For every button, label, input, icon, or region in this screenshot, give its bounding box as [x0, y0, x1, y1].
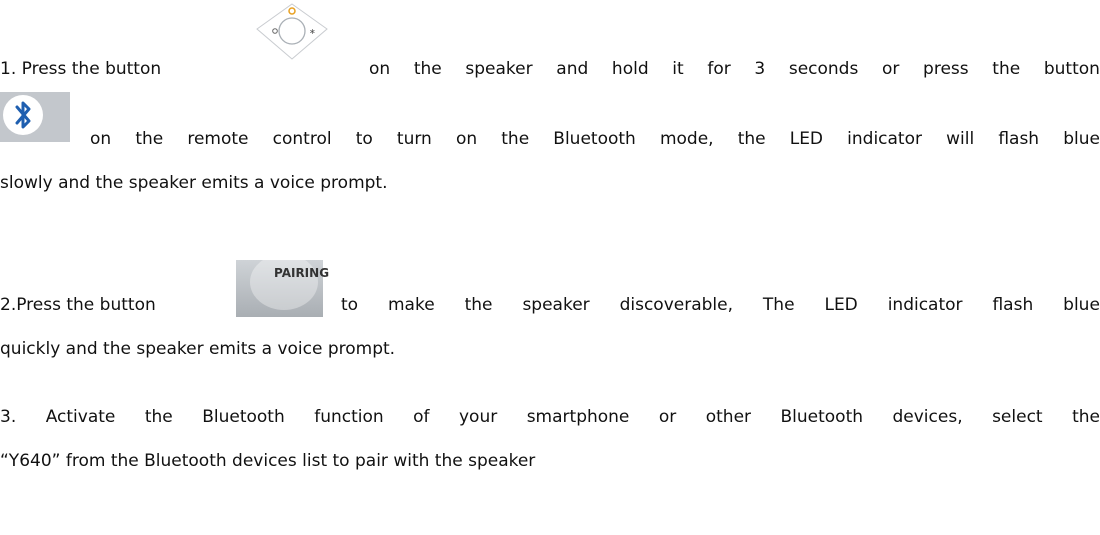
word: LED — [789, 129, 824, 149]
word: to — [341, 295, 359, 315]
word: mode, — [659, 129, 714, 149]
word: your — [459, 407, 498, 427]
word: the — [1072, 407, 1100, 427]
speaker-mode-button-icon: ∗ — [255, 2, 329, 62]
word: control — [272, 129, 332, 149]
word: will — [946, 129, 975, 149]
word: Activate — [45, 407, 116, 427]
word: make — [388, 295, 435, 315]
word: select — [992, 407, 1043, 427]
word: Bluetooth — [202, 407, 285, 427]
step1-prefix: 1. Press the button — [0, 59, 162, 79]
word: or — [658, 407, 677, 427]
word: of — [413, 407, 430, 427]
word: to — [355, 129, 373, 149]
word: speaker — [465, 59, 533, 79]
word: press — [923, 59, 969, 79]
step3-line1: 3. Activate the Bluetooth function of your smar… — [0, 406, 1100, 428]
word: or — [882, 59, 900, 79]
word: devices, — [892, 407, 963, 427]
word: blue — [1063, 295, 1100, 315]
word: Bluetooth — [553, 129, 636, 149]
word: other — [705, 407, 752, 427]
word: remote — [187, 129, 249, 149]
word: and — [556, 59, 589, 79]
word: flash — [992, 295, 1034, 315]
step2-prefix: 2.Press the button — [0, 295, 156, 315]
word: for — [707, 59, 731, 79]
word: the — [501, 129, 530, 149]
word: Bluetooth — [780, 407, 864, 427]
word: hold — [611, 59, 649, 79]
step1-line2: on the remote control to turn on the Bluetooth mo… — [90, 128, 1100, 150]
word: seconds — [788, 59, 859, 79]
word: on — [455, 129, 478, 149]
word: the — [992, 59, 1021, 79]
word: discoverable, — [619, 295, 733, 315]
word: indicator — [847, 129, 922, 149]
word: the — [413, 59, 442, 79]
word: on — [90, 129, 112, 149]
pairing-icon-label: PAIRING — [274, 266, 330, 280]
word: LED — [824, 295, 858, 315]
word: the — [737, 129, 766, 149]
word: The — [762, 295, 795, 315]
step3-line2: “Y640” from the Bluetooth devices list t… — [0, 451, 536, 471]
bluetooth-remote-button-icon — [0, 92, 70, 142]
word: button — [1043, 59, 1100, 79]
word: blue — [1063, 129, 1100, 149]
step1-line3: slowly and the speaker emits a voice pro… — [0, 173, 388, 193]
word: the — [135, 129, 164, 149]
word: flash — [998, 129, 1040, 149]
word: turn — [396, 129, 432, 149]
svg-text:∗: ∗ — [309, 27, 316, 36]
word: speaker — [522, 295, 590, 315]
word: it — [672, 59, 684, 79]
step1-text-after-icon: on the speaker and hold it for 3 seconds or press t… — [369, 58, 1100, 80]
word: 3. — [0, 407, 17, 427]
word: on — [369, 59, 391, 79]
word: function — [314, 407, 384, 427]
word: indicator — [887, 295, 963, 315]
step2-line2: quickly and the speaker emits a voice pr… — [0, 339, 396, 359]
word: the — [464, 295, 493, 315]
word: smartphone — [526, 407, 630, 427]
step2-text-after-icon: to make the speaker discoverable, The LED indic… — [341, 294, 1100, 316]
word: the — [144, 407, 173, 427]
word: 3 — [754, 59, 766, 79]
